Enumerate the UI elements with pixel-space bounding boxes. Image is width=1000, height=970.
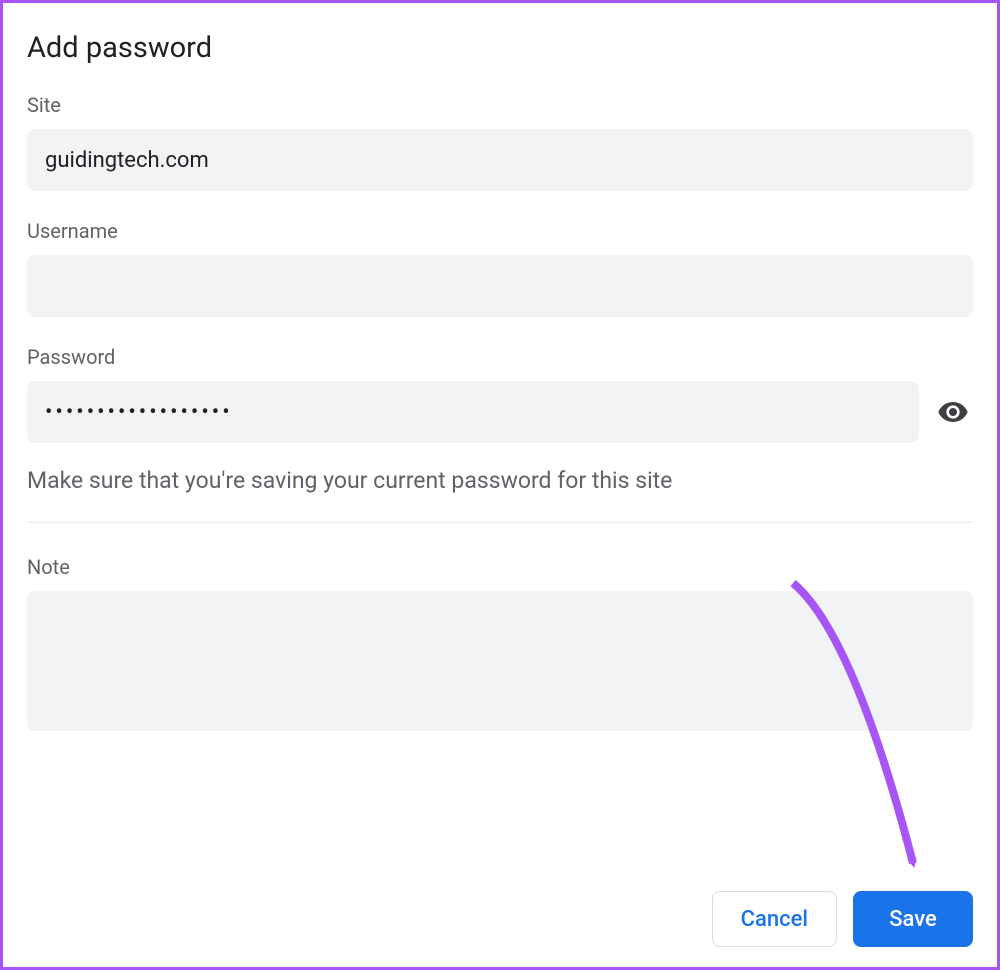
note-label: Note: [27, 555, 973, 579]
password-label: Password: [27, 345, 973, 369]
site-field-group: Site: [27, 93, 973, 191]
username-label: Username: [27, 219, 973, 243]
password-input[interactable]: [27, 381, 919, 443]
show-password-button[interactable]: [933, 392, 973, 432]
save-button[interactable]: Save: [853, 891, 973, 947]
password-input-wrap: [27, 381, 919, 443]
password-row: [27, 381, 973, 443]
password-helper-text: Make sure that you're saving your curren…: [27, 467, 973, 494]
eye-icon: [937, 396, 969, 428]
section-divider: [27, 522, 973, 523]
note-field-group: Note: [27, 555, 973, 735]
site-input[interactable]: [27, 129, 973, 191]
note-textarea[interactable]: [27, 591, 973, 731]
dialog-actions: Cancel Save: [712, 891, 973, 947]
site-label: Site: [27, 93, 973, 117]
username-field-group: Username: [27, 219, 973, 317]
dialog-title: Add password: [27, 31, 973, 65]
username-input[interactable]: [27, 255, 973, 317]
password-field-group: Password Make sure that you're saving yo…: [27, 345, 973, 494]
cancel-button[interactable]: Cancel: [712, 891, 837, 947]
